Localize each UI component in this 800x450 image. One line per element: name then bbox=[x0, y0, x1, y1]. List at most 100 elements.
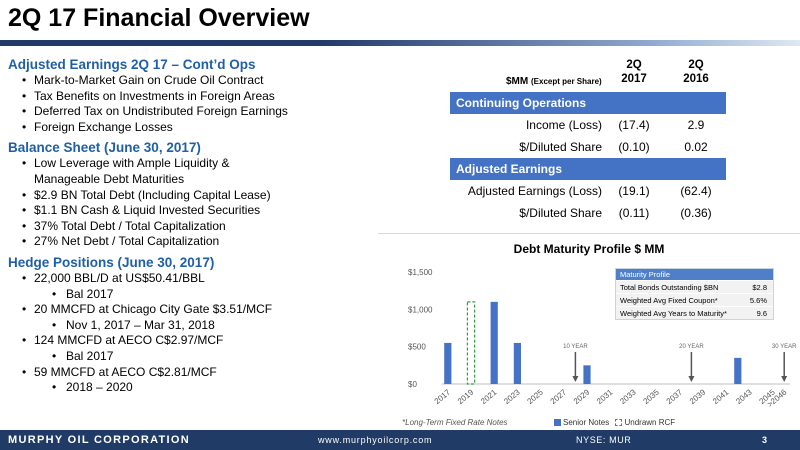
list-item: 37% Total Debt / Total Capitalization bbox=[8, 219, 363, 235]
x-tick-label: 2021 bbox=[479, 387, 499, 406]
column-header-line: 2017 bbox=[621, 73, 647, 85]
financial-summary-table: $MM (Except per Share) 2Q 2017 2Q 2016 C… bbox=[450, 56, 726, 224]
page-title: 2Q 17 Financial Overview bbox=[8, 4, 310, 32]
list-item-line: Low Leverage with Ample Liquidity & bbox=[34, 156, 230, 171]
list-item: 124 MMCFD at AECO C$2.97/MCF bbox=[8, 333, 363, 349]
balance-sheet-list: Low Leverage with Ample Liquidity & Mana… bbox=[8, 156, 363, 250]
adjusted-earnings-heading: Adjusted Earnings 2Q 17 – Cont’d Ops bbox=[8, 57, 256, 72]
row-label: Adjusted Earnings (Loss) bbox=[467, 184, 602, 198]
list-item: 20 MMCFD at Chicago City Gate $3.51/MCF bbox=[8, 302, 363, 318]
chart-legend: Senior Notes Undrawn RCF bbox=[554, 418, 679, 427]
y-tick-label: $500 bbox=[408, 343, 426, 352]
list-item-line: Manageable Debt Maturities bbox=[34, 171, 185, 186]
sub-list-item: Bal 2017 bbox=[8, 349, 363, 365]
units-sub: (Except per Share) bbox=[531, 77, 602, 86]
x-tick-label: 2025 bbox=[525, 387, 545, 406]
row-label: Weighted Avg Fixed Coupon* bbox=[620, 296, 718, 305]
list-item: Foreign Exchange Losses bbox=[8, 120, 363, 136]
column-header-2016: 2Q 2016 bbox=[672, 58, 720, 86]
continuing-operations-band: Continuing Operations bbox=[450, 92, 726, 114]
table-row: $/Diluted Share (0.11) (0.36) bbox=[450, 202, 726, 224]
left-column: Adjusted Earnings 2Q 17 – Cont’d Ops Mar… bbox=[8, 54, 363, 396]
list-item: $1.1 BN Cash & Liquid Invested Securitie… bbox=[8, 203, 363, 219]
list-item: Low Leverage with Ample Liquidity & Mana… bbox=[8, 156, 363, 187]
hedge-positions-heading: Hedge Positions (June 30, 2017) bbox=[8, 254, 215, 270]
cell-2017: (0.10) bbox=[618, 140, 650, 154]
company-name: MURPHY OIL CORPORATION bbox=[8, 434, 190, 446]
legend-item-senior-notes: Senior Notes bbox=[554, 418, 609, 427]
annotation-arrow-head bbox=[781, 376, 788, 382]
x-tick-label: 2023 bbox=[502, 387, 522, 406]
units-main: $MM bbox=[506, 76, 529, 87]
cell-2016: (62.4) bbox=[680, 184, 712, 198]
table-header: $MM (Except per Share) 2Q 2017 2Q 2016 bbox=[450, 56, 726, 92]
list-item: $2.9 BN Total Debt (Including Capital Le… bbox=[8, 188, 363, 204]
list-item: 59 MMCFD at AECO C$2.81/MCF bbox=[8, 365, 363, 381]
x-tick-label: 2039 bbox=[688, 387, 708, 406]
list-item: Mark-to-Market Gain on Crude Oil Contrac… bbox=[8, 73, 363, 89]
page-number: 3 bbox=[762, 435, 768, 445]
maturity-profile-row: Total Bonds Outstanding $BN $2.8 bbox=[616, 280, 773, 293]
chart-title: Debt Maturity Profile $ MM bbox=[513, 242, 665, 256]
bar-senior-notes bbox=[444, 342, 452, 384]
sub-list-item: Nov 1, 2017 – Mar 31, 2018 bbox=[8, 318, 363, 334]
title-divider bbox=[0, 40, 800, 46]
y-tick-label: $1,000 bbox=[408, 305, 433, 314]
footer-bar: MURPHY OIL CORPORATION www.murphyoilcorp… bbox=[0, 430, 800, 450]
row-label: Weighted Avg Years to Maturity* bbox=[620, 309, 727, 318]
legend-swatch bbox=[615, 419, 623, 427]
debt-maturity-chart-panel: Debt Maturity Profile $ MM $0 $500 $1,000 $… bbox=[378, 233, 800, 429]
list-item: Tax Benefits on Investments in Foreign A… bbox=[8, 89, 363, 105]
x-tick-label: 2033 bbox=[618, 387, 638, 406]
bar-senior-notes bbox=[734, 357, 742, 384]
row-label: $/Diluted Share bbox=[519, 206, 602, 220]
row-label: $/Diluted Share bbox=[519, 140, 602, 154]
x-tick-label: 2019 bbox=[456, 387, 476, 406]
x-tick-label: 2043 bbox=[734, 387, 754, 406]
website-link[interactable]: www.murphyoilcorp.com bbox=[318, 435, 432, 445]
x-tick-label: 2017 bbox=[433, 387, 453, 406]
ticker-label: NYSE: MUR bbox=[576, 435, 632, 445]
cell-2017: (0.11) bbox=[618, 206, 650, 220]
x-tick-label: 2035 bbox=[641, 387, 661, 406]
annotation-label: 30 YEAR bbox=[772, 344, 797, 350]
x-tick-label: 2037 bbox=[665, 387, 685, 406]
list-item: 27% Net Debt / Total Capitalization bbox=[8, 234, 363, 250]
column-header-line: 2016 bbox=[683, 73, 709, 85]
x-tick-label: 2031 bbox=[595, 387, 615, 406]
table-row: Adjusted Earnings (Loss) (19.1) (62.4) bbox=[450, 180, 726, 202]
bar-undrawn-rcf bbox=[466, 301, 476, 385]
cell-2016: (0.36) bbox=[680, 206, 712, 220]
annotation-label: 20 YEAR bbox=[679, 344, 704, 350]
y-tick-label: $0 bbox=[408, 380, 417, 389]
annotation-label: 10 YEAR bbox=[563, 344, 588, 350]
bar-senior-notes bbox=[583, 365, 591, 384]
row-value: 9.6 bbox=[756, 309, 767, 318]
balance-sheet-heading: Balance Sheet (June 30, 2017) bbox=[8, 140, 201, 156]
annotation-arrow-head bbox=[688, 376, 695, 382]
chart-footnote: *Long-Term Fixed Rate Notes bbox=[402, 418, 508, 427]
list-item: Deferred Tax on Undistributed Foreign Ea… bbox=[8, 104, 363, 120]
cell-2017: (17.4) bbox=[618, 118, 650, 132]
x-tick-label: 2029 bbox=[572, 387, 592, 406]
column-header-line: 2Q bbox=[688, 59, 704, 71]
sub-list-item: 2018 – 2020 bbox=[8, 380, 363, 396]
cell-2017: (19.1) bbox=[618, 184, 650, 198]
adjusted-earnings-list: Mark-to-Market Gain on Crude Oil Contrac… bbox=[8, 73, 363, 135]
bar-senior-notes bbox=[513, 342, 521, 384]
maturity-profile-box: Maturity Profile Total Bonds Outstanding… bbox=[615, 268, 774, 320]
x-tick-label: 2027 bbox=[549, 387, 569, 406]
column-header-line: 2Q bbox=[626, 59, 642, 71]
list-item: 22,000 BBL/D at US$50.41/BBL bbox=[8, 271, 363, 287]
column-header-2017: 2Q 2017 bbox=[610, 58, 658, 86]
legend-label: Undrawn RCF bbox=[624, 418, 676, 427]
y-tick-label: $1,500 bbox=[408, 268, 433, 277]
annotation-arrow-head bbox=[572, 376, 579, 382]
maturity-profile-header: Maturity Profile bbox=[616, 269, 773, 280]
legend-swatch bbox=[554, 419, 561, 427]
hedge-positions-list: 22,000 BBL/D at US$50.41/BBL Bal 2017 20… bbox=[8, 271, 363, 396]
table-row: $/Diluted Share (0.10) 0.02 bbox=[450, 136, 726, 158]
sub-list-item: Bal 2017 bbox=[8, 287, 363, 303]
row-label: Total Bonds Outstanding $BN bbox=[620, 283, 719, 292]
bar-senior-notes bbox=[490, 301, 498, 384]
